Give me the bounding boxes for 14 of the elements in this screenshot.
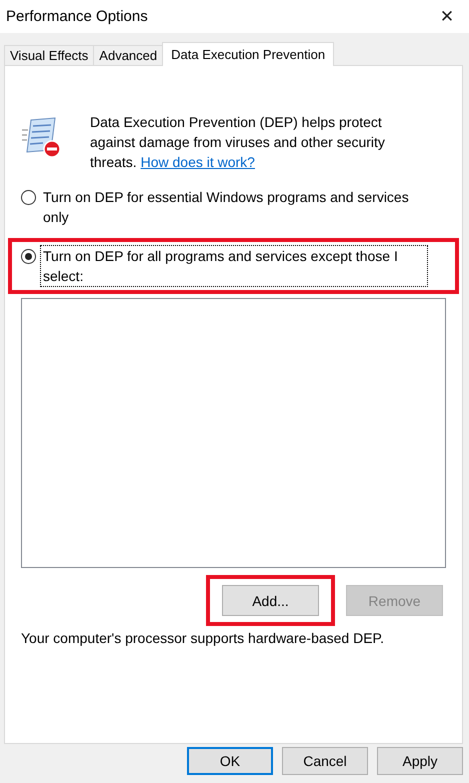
window-title: Performance Options [6, 8, 148, 25]
status-text: Your computer's processor supports hardware-based DEP. [21, 630, 385, 646]
radio-button[interactable] [21, 249, 36, 264]
dialog-button[interactable]: OK [187, 747, 273, 775]
how-does-it-work-link[interactable]: How does it work? [140, 154, 255, 170]
radio-option[interactable]: Turn on DEP for essential Windows programs and services only [21, 187, 446, 227]
dialog-button[interactable]: Cancel [282, 747, 368, 775]
tab[interactable]: Visual Effects [4, 45, 94, 65]
radio-button[interactable] [21, 190, 36, 205]
list-button[interactable]: Add... [222, 585, 319, 616]
description-text: Data Execution Prevention (DEP) helps protect against damage from viruses and other security threats. How does it work? [90, 113, 386, 172]
radio-option[interactable]: Turn on DEP for all programs and services except those I select: [21, 246, 446, 286]
dialog-button[interactable]: Apply [377, 747, 463, 775]
tab[interactable]: Data Execution Prevention [162, 42, 334, 66]
